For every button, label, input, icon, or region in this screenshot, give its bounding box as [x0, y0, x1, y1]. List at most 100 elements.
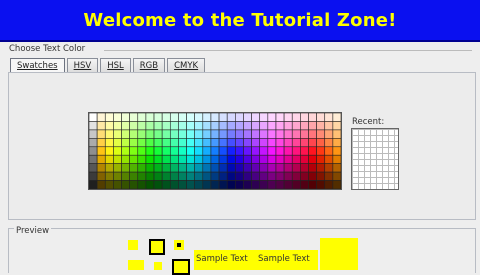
tab-rgb[interactable]: RGB: [132, 58, 166, 73]
swatch-cell[interactable]: [113, 138, 122, 148]
swatch-cell[interactable]: [332, 163, 342, 173]
swatch-cell[interactable]: [235, 129, 244, 139]
swatch-cell[interactable]: [186, 163, 195, 173]
swatch-cell[interactable]: [178, 138, 187, 148]
swatch-cell[interactable]: [88, 154, 98, 164]
swatch-cell[interactable]: [243, 171, 252, 181]
swatch-cell[interactable]: [186, 121, 195, 131]
swatch-cell[interactable]: [169, 121, 179, 131]
swatch-cell[interactable]: [332, 121, 342, 131]
swatch-cell[interactable]: [243, 154, 252, 164]
swatch-cell[interactable]: [300, 180, 309, 190]
swatch-cell[interactable]: [291, 129, 301, 139]
swatch-cell[interactable]: [291, 171, 301, 181]
swatch-cell[interactable]: [275, 146, 285, 156]
swatch-cell[interactable]: [104, 146, 114, 156]
swatch-cell[interactable]: [324, 154, 334, 164]
tab-cmyk[interactable]: CMYK: [167, 58, 206, 73]
swatch-cell[interactable]: [153, 138, 163, 148]
swatch-cell[interactable]: [137, 129, 147, 139]
swatch-cell[interactable]: [113, 171, 122, 181]
swatch-cell[interactable]: [169, 180, 179, 190]
swatch-cell[interactable]: [129, 121, 139, 131]
swatch-cell[interactable]: [235, 121, 244, 131]
swatch-cell[interactable]: [137, 112, 147, 122]
swatch-cell[interactable]: [210, 129, 220, 139]
swatch-cell[interactable]: [186, 171, 195, 181]
tab-swatches[interactable]: Swatches: [10, 58, 65, 73]
swatch-cell[interactable]: [251, 121, 261, 131]
swatch-cell[interactable]: [202, 146, 212, 156]
swatch-cell[interactable]: [104, 112, 114, 122]
swatch-cell[interactable]: [226, 180, 236, 190]
swatch-cell[interactable]: [145, 154, 155, 164]
recent-swatch-grid[interactable]: [351, 128, 399, 190]
swatch-cell[interactable]: [308, 112, 317, 122]
swatch-cell[interactable]: [300, 129, 309, 139]
swatch-cell[interactable]: [121, 121, 130, 131]
swatch-cell[interactable]: [104, 163, 114, 173]
swatch-cell[interactable]: [332, 138, 342, 148]
swatch-grid[interactable]: [88, 112, 342, 190]
swatch-cell[interactable]: [275, 180, 285, 190]
swatch-cell[interactable]: [96, 146, 106, 156]
swatch-cell[interactable]: [316, 163, 326, 173]
swatch-cell[interactable]: [226, 121, 236, 131]
swatch-cell[interactable]: [161, 180, 171, 190]
swatch-cell[interactable]: [210, 146, 220, 156]
swatch-cell[interactable]: [324, 112, 334, 122]
swatch-cell[interactable]: [251, 129, 261, 139]
swatch-cell[interactable]: [96, 163, 106, 173]
swatch-cell[interactable]: [316, 121, 326, 131]
swatch-cell[interactable]: [202, 112, 212, 122]
swatch-cell[interactable]: [235, 163, 244, 173]
swatch-cell[interactable]: [88, 112, 98, 122]
swatch-cell[interactable]: [235, 180, 244, 190]
swatch-cell[interactable]: [291, 154, 301, 164]
swatch-cell[interactable]: [129, 146, 139, 156]
swatch-cell[interactable]: [259, 129, 269, 139]
tab-hsl[interactable]: HSL: [100, 58, 131, 73]
swatch-cell[interactable]: [267, 163, 277, 173]
swatch-cell[interactable]: [161, 121, 171, 131]
swatch-cell[interactable]: [113, 146, 122, 156]
swatch-cell[interactable]: [145, 112, 155, 122]
swatch-cell[interactable]: [202, 154, 212, 164]
swatch-cell[interactable]: [316, 129, 326, 139]
swatch-cell[interactable]: [96, 112, 106, 122]
swatch-cell[interactable]: [259, 112, 269, 122]
swatch-cell[interactable]: [235, 138, 244, 148]
swatch-cell[interactable]: [210, 154, 220, 164]
swatch-cell[interactable]: [121, 171, 130, 181]
swatch-cell[interactable]: [153, 121, 163, 131]
swatch-cell[interactable]: [267, 112, 277, 122]
swatch-cell[interactable]: [251, 112, 261, 122]
swatch-cell[interactable]: [267, 146, 277, 156]
swatch-cell[interactable]: [308, 163, 317, 173]
swatch-cell[interactable]: [275, 112, 285, 122]
swatch-cell[interactable]: [226, 146, 236, 156]
swatch-cell[interactable]: [178, 146, 187, 156]
swatch-cell[interactable]: [194, 112, 204, 122]
swatch-cell[interactable]: [243, 146, 252, 156]
swatch-cell[interactable]: [145, 121, 155, 131]
swatch-cell[interactable]: [218, 129, 228, 139]
swatch-cell[interactable]: [88, 121, 98, 131]
swatch-cell[interactable]: [153, 146, 163, 156]
swatch-cell[interactable]: [300, 154, 309, 164]
swatch-cell[interactable]: [178, 121, 187, 131]
swatch-cell[interactable]: [137, 180, 147, 190]
swatch-cell[interactable]: [169, 163, 179, 173]
swatch-cell[interactable]: [113, 180, 122, 190]
swatch-cell[interactable]: [186, 138, 195, 148]
swatch-cell[interactable]: [202, 138, 212, 148]
swatch-cell[interactable]: [169, 154, 179, 164]
swatch-cell[interactable]: [226, 112, 236, 122]
swatch-cell[interactable]: [210, 180, 220, 190]
swatch-cell[interactable]: [267, 138, 277, 148]
swatch-cell[interactable]: [275, 171, 285, 181]
swatch-cell[interactable]: [332, 180, 342, 190]
swatch-cell[interactable]: [218, 171, 228, 181]
swatch-cell[interactable]: [308, 146, 317, 156]
swatch-cell[interactable]: [161, 146, 171, 156]
